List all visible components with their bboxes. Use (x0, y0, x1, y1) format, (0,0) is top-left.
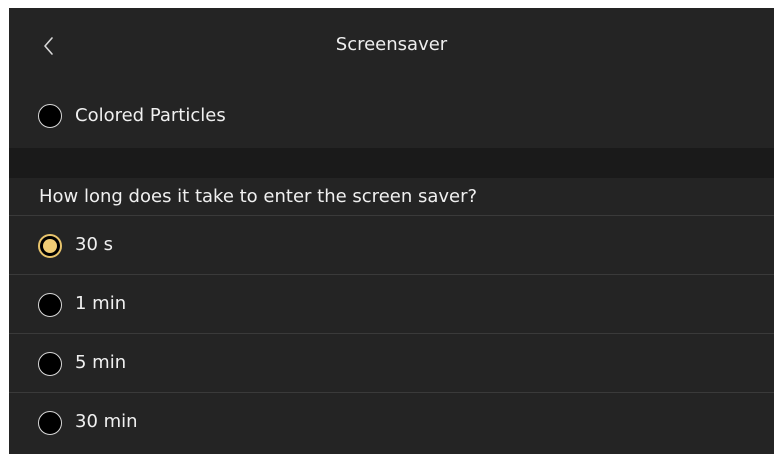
option-label: 30 min (75, 411, 138, 432)
screensaver-option-colored-particles[interactable]: Colored Particles (9, 86, 774, 148)
radio-button[interactable] (38, 352, 62, 376)
timeout-option-5min[interactable]: 5 min (9, 333, 774, 392)
page-title: Screensaver (335, 34, 448, 55)
header: Screensaver (9, 8, 774, 84)
option-label: 30 s (75, 234, 114, 255)
timeout-option-1min[interactable]: 1 min (9, 274, 774, 333)
radio-button-selected[interactable] (38, 234, 62, 258)
timeout-option-30min[interactable]: 30 min (9, 392, 774, 451)
section-divider (9, 148, 774, 178)
timeout-option-30s[interactable]: 30 s (9, 215, 774, 274)
radio-button[interactable] (38, 411, 62, 435)
option-label: Colored Particles (75, 105, 226, 126)
radio-button[interactable] (38, 104, 62, 128)
screensaver-settings-screen: Screensaver Colored Particles How long d… (9, 8, 774, 454)
option-label: 1 min (75, 293, 127, 314)
option-label: 5 min (75, 352, 127, 373)
timeout-question: How long does it take to enter the scree… (39, 186, 478, 207)
radio-button[interactable] (38, 293, 62, 317)
